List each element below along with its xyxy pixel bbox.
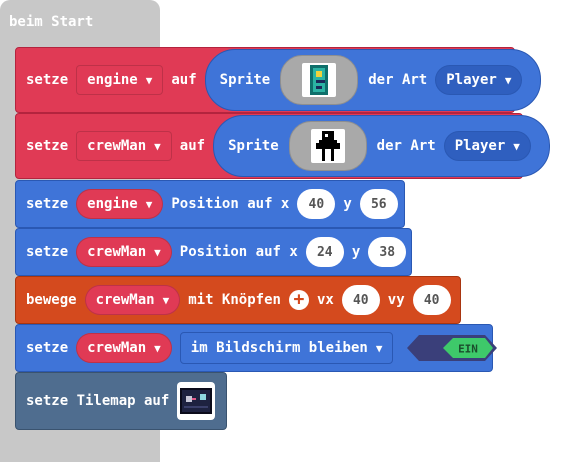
stay-in-screen-block[interactable]: setze crewMan ▼ im Bildschirm bleiben ▼ …	[15, 324, 498, 372]
set-engine-position-block[interactable]: setze engine ▼ Position auf x 40 y 56	[15, 180, 405, 228]
move-with-buttons-block[interactable]: bewege crewMan ▼ mit Knöpfen + vx 40 vy …	[15, 276, 461, 324]
vy-label: vy	[387, 292, 405, 308]
on-off-toggle[interactable]: EIN	[407, 333, 498, 363]
variable-name: crewMan	[87, 138, 147, 154]
of-kind-label: der Art	[368, 72, 428, 88]
toggle-label: EIN	[459, 343, 479, 356]
variable-dropdown-crewman[interactable]: crewMan ▼	[84, 285, 181, 315]
vy-input[interactable]: 40	[412, 285, 451, 315]
variable-name: crewMan	[95, 292, 155, 308]
variable-dropdown-crewman[interactable]: crewMan ▼	[76, 237, 172, 267]
vx-label: vx	[316, 292, 334, 308]
variable-dropdown-engine[interactable]: engine ▼	[76, 65, 164, 95]
chevron-down-icon: ▼	[154, 139, 161, 153]
kind-value: Player	[446, 72, 497, 88]
tilemap-icon	[180, 388, 213, 414]
set-label: setze	[26, 196, 69, 212]
crewman-sprite-icon	[310, 129, 345, 163]
y-label: y	[343, 196, 352, 212]
set-crewman-position-block[interactable]: setze crewMan ▼ Position auf x 24 y 38	[15, 228, 412, 276]
variable-dropdown-crewman[interactable]: crewMan ▼	[76, 131, 172, 161]
engine-sprite-icon	[302, 63, 337, 97]
x-input[interactable]: 24	[305, 237, 344, 267]
variable-name: engine	[87, 72, 138, 88]
chevron-down-icon: ▼	[513, 139, 520, 153]
expand-plus-icon[interactable]: +	[288, 290, 309, 310]
sprite-create-block[interactable]: Sprite der Art Player ▼	[213, 115, 550, 177]
set-label: setze	[26, 138, 69, 154]
of-kind-label: der Art	[376, 138, 436, 154]
vx-input[interactable]: 40	[341, 285, 380, 315]
move-label: bewege	[26, 292, 77, 308]
position-label: Position auf x	[171, 196, 290, 212]
tilemap-picker[interactable]	[177, 382, 216, 420]
sprite-label: Sprite	[228, 138, 279, 154]
with-buttons-label: mit Knöpfen	[188, 292, 281, 308]
set-crewman-sprite-block[interactable]: setze crewMan ▼ auf Sprite der Art Playe…	[15, 113, 550, 179]
set-label: setze	[26, 244, 69, 260]
chevron-down-icon: ▼	[154, 245, 161, 259]
sprite-image-picker[interactable]	[280, 55, 359, 105]
flag-value: im Bildschirm bleiben	[190, 340, 368, 356]
to-label: auf	[179, 138, 206, 154]
variable-name: engine	[87, 196, 138, 212]
set-label: setze	[26, 72, 69, 88]
chevron-down-icon: ▼	[375, 341, 383, 355]
kind-value: Player	[454, 138, 506, 154]
kind-dropdown[interactable]: Player ▼	[435, 65, 523, 95]
sprite-image-picker[interactable]	[288, 121, 367, 171]
variable-dropdown-engine[interactable]: engine ▼	[76, 189, 164, 219]
y-label: y	[351, 244, 361, 260]
y-input[interactable]: 56	[359, 189, 398, 219]
set-tilemap-block[interactable]: setze Tilemap auf	[15, 372, 227, 430]
chevron-down-icon: ▼	[154, 341, 161, 355]
sprite-create-block[interactable]: Sprite der Art Player ▼	[204, 49, 542, 111]
kind-dropdown[interactable]: Player ▼	[443, 131, 531, 161]
set-tilemap-label: setze Tilemap auf	[26, 393, 170, 409]
chevron-down-icon: ▼	[162, 293, 170, 307]
on-start-label: beim Start	[9, 14, 94, 30]
position-label: Position auf x	[179, 244, 298, 260]
set-label: setze	[26, 340, 69, 356]
chevron-down-icon: ▼	[145, 197, 153, 211]
flag-dropdown[interactable]: im Bildschirm bleiben ▼	[179, 332, 394, 364]
y-input[interactable]: 38	[368, 237, 407, 267]
to-label: auf	[171, 72, 197, 88]
variable-name: crewMan	[87, 244, 147, 260]
sprite-label: Sprite	[219, 72, 271, 88]
variable-name: crewMan	[87, 340, 147, 356]
chevron-down-icon: ▼	[504, 73, 512, 87]
variable-dropdown-crewman[interactable]: crewMan ▼	[76, 333, 172, 363]
x-input[interactable]: 40	[297, 189, 336, 219]
set-engine-sprite-block[interactable]: setze engine ▼ auf Sprite der Art Player…	[15, 47, 542, 113]
chevron-down-icon: ▼	[145, 73, 153, 87]
